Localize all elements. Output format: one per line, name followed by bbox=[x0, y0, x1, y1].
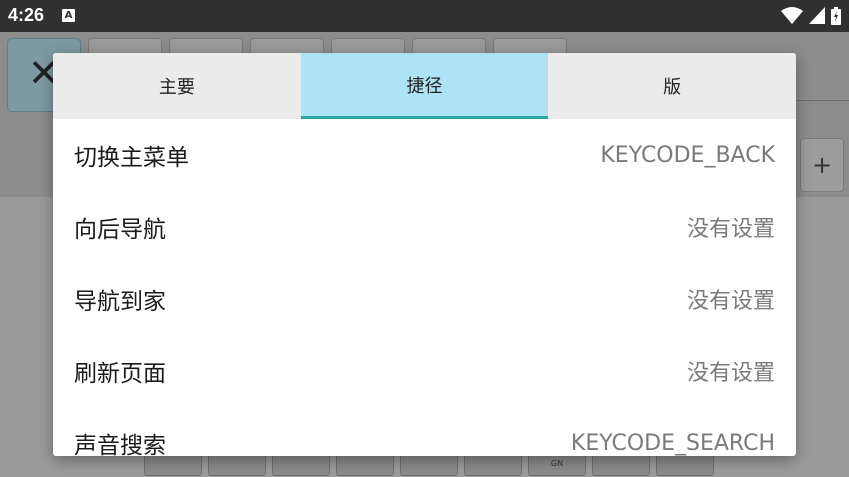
shortcut-label: 向后导航 bbox=[74, 217, 166, 243]
status-bar: 4:26 A bbox=[0, 0, 849, 32]
shortcut-row-refresh-page[interactable]: 刷新页面 没有设置 bbox=[53, 335, 796, 407]
shortcut-list: 切换主菜单 KEYCODE_BACK 向后导航 没有设置 导航到家 没有设置 刷… bbox=[53, 119, 796, 457]
shortcut-row-navigate-back[interactable]: 向后导航 没有设置 bbox=[53, 191, 796, 263]
shortcut-dialog: 主要 捷径 版 切换主菜单 KEYCODE_BACK 向后导航 没有设置 导航到… bbox=[53, 53, 796, 456]
wifi-icon bbox=[781, 7, 803, 24]
screen: 4:26 A ✕ + GN 主要 捷径 版 切换主菜单 KEYCODE_BACK… bbox=[0, 0, 849, 477]
shortcut-row-toggle-main-menu[interactable]: 切换主菜单 KEYCODE_BACK bbox=[53, 119, 796, 191]
tab-shortcuts[interactable]: 捷径 bbox=[300, 53, 549, 119]
signal-icon bbox=[809, 7, 825, 24]
shortcut-row-navigate-home[interactable]: 导航到家 没有设置 bbox=[53, 263, 796, 335]
shortcut-label: 导航到家 bbox=[74, 289, 166, 315]
shortcut-label: 刷新页面 bbox=[74, 361, 166, 387]
shortcut-value: 没有设置 bbox=[686, 217, 775, 242]
tab-bar: 主要 捷径 版 bbox=[53, 53, 796, 119]
notification-a-icon: A bbox=[62, 9, 75, 22]
background-divider bbox=[796, 100, 849, 101]
tab-main[interactable]: 主要 bbox=[53, 53, 301, 119]
status-icons bbox=[781, 7, 841, 25]
shortcut-value: 没有设置 bbox=[686, 289, 775, 314]
shortcut-label: 声音搜索 bbox=[74, 433, 166, 456]
shortcut-value: KEYCODE_SEARCH bbox=[570, 430, 775, 456]
background-plus-icon: + bbox=[800, 138, 844, 192]
status-time: 4:26 bbox=[8, 5, 45, 25]
shortcut-value: 没有设置 bbox=[686, 361, 775, 386]
battery-icon bbox=[831, 7, 841, 25]
shortcut-label: 切换主菜单 bbox=[74, 145, 189, 171]
tab-version[interactable]: 版 bbox=[548, 53, 796, 119]
shortcut-row-voice-search[interactable]: 声音搜索 KEYCODE_SEARCH bbox=[53, 407, 796, 457]
shortcut-value: KEYCODE_BACK bbox=[600, 142, 775, 168]
